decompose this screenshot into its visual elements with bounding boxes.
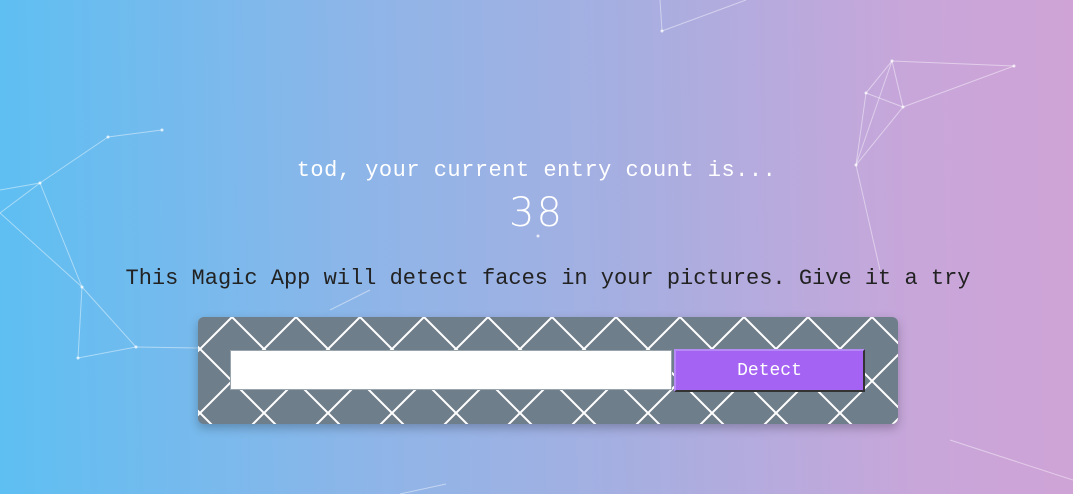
- detect-button[interactable]: Detect: [674, 349, 865, 392]
- intro-text: This Magic App will detect faces in your…: [125, 266, 971, 291]
- entry-count-message: tod, your current entry count is...: [296, 158, 777, 183]
- entry-count: 38: [509, 190, 564, 236]
- image-link-form: Detect: [198, 317, 898, 424]
- image-url-input[interactable]: [230, 350, 672, 390]
